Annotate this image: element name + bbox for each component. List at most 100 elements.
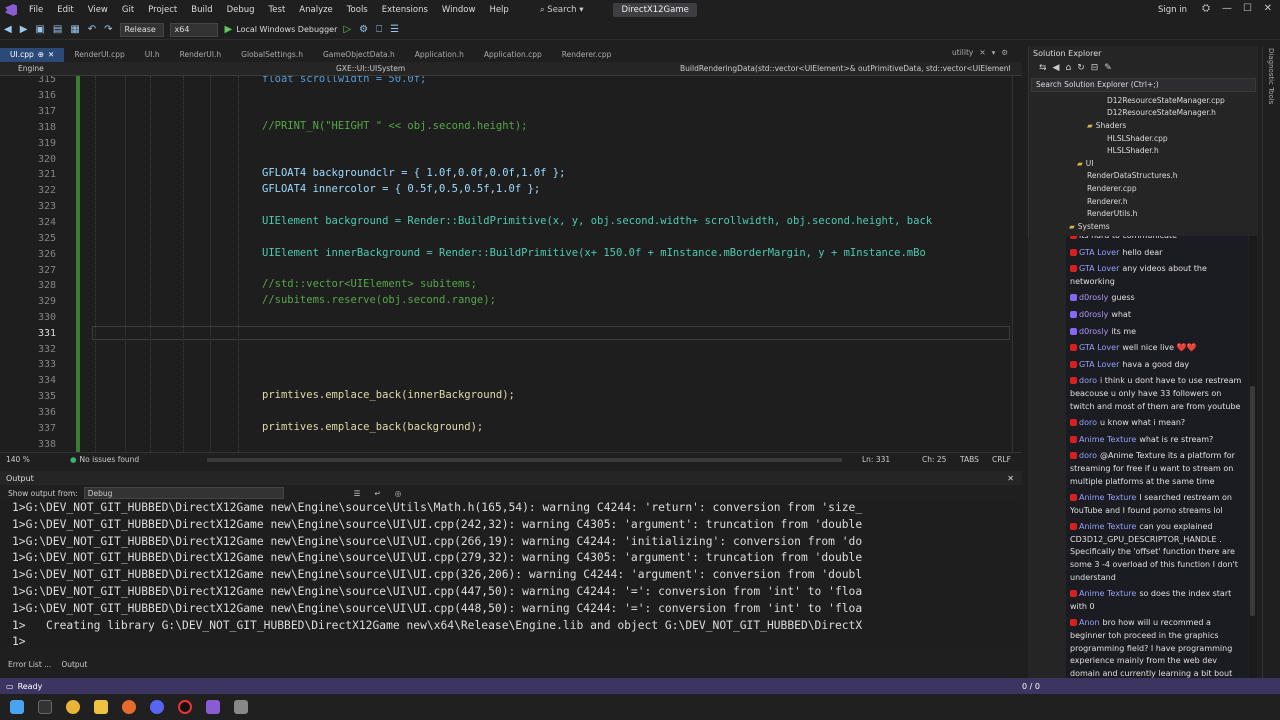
issues-status[interactable]: No issues found — [77, 455, 177, 464]
minimize-icon[interactable]: — — [1222, 3, 1232, 14]
change-indicator — [76, 76, 80, 452]
tab-application-cpp[interactable]: Application.cpp — [474, 48, 552, 62]
tree-item[interactable]: HLSLShader.cpp — [1029, 132, 1258, 145]
visual-studio-icon[interactable] — [206, 700, 220, 714]
menu-build[interactable]: Build — [184, 5, 219, 15]
menu-project[interactable]: Project — [141, 5, 184, 15]
output-line: 1>G:\DEV_NOT_GIT_HUBBED\DirectX12Game ne… — [12, 517, 863, 531]
new-file-icon[interactable]: ▣ — [35, 24, 44, 35]
close-tab-icon[interactable]: ✕ — [48, 50, 54, 60]
menu-window[interactable]: Window — [435, 5, 483, 15]
back-icon[interactable]: ◀ — [1053, 63, 1060, 73]
tabs-indicator[interactable]: TABS — [960, 455, 992, 464]
sign-in-link[interactable]: Sign in — [1158, 5, 1187, 15]
folder-icon: ▰ — [1069, 221, 1075, 231]
pin-icon[interactable]: ⊕ — [38, 50, 44, 60]
menu-file[interactable]: File — [22, 5, 50, 15]
run-debugger-button[interactable]: Local Windows Debugger — [236, 25, 337, 34]
scope-dropdown[interactable]: GXE::UI::UISystem — [170, 64, 680, 73]
tab-renderer-cpp[interactable]: Renderer.cpp — [552, 48, 622, 62]
utility-tab[interactable]: utility — [952, 48, 973, 57]
line-ending-indicator[interactable]: CRLF — [992, 455, 1022, 464]
chat-scrollbar[interactable] — [1249, 236, 1257, 678]
start-without-debug-icon[interactable]: ▷ — [343, 24, 351, 35]
back-icon[interactable]: ◀ — [4, 24, 12, 35]
tree-item[interactable]: RenderUtils.h — [1029, 207, 1258, 220]
close-icon[interactable]: ✕ — [979, 48, 985, 57]
menu-analyze[interactable]: Analyze — [292, 5, 340, 15]
collapse-icon[interactable]: ⊟ — [1091, 63, 1099, 73]
close-icon[interactable]: ✕ — [1007, 474, 1022, 483]
task-view-icon[interactable] — [38, 700, 52, 714]
dropdown-icon[interactable]: ▾ — [992, 48, 996, 57]
tree-item[interactable]: Renderer.cpp — [1029, 182, 1258, 195]
open-icon[interactable]: ▤ — [53, 24, 62, 35]
tree-item[interactable]: D12ResourceStateManager.cpp — [1029, 94, 1258, 107]
obs-icon[interactable] — [178, 700, 192, 714]
sync-icon[interactable]: ⇆ — [1039, 63, 1047, 73]
toggle-icon[interactable]: ◎ — [395, 489, 402, 498]
tree-item[interactable]: ▰ UI — [1029, 157, 1258, 170]
start-icon[interactable] — [10, 700, 24, 714]
member-dropdown[interactable]: BuildRenderingData(std::vector<UIElement… — [680, 64, 1010, 73]
properties-icon[interactable]: ✎ — [1104, 63, 1112, 73]
tab-application-h[interactable]: Application.h — [405, 48, 474, 62]
diagnostic-tools-tab[interactable]: Diagnostic Tools — [1267, 48, 1275, 104]
undo-icon[interactable]: ↶ — [88, 24, 96, 35]
tree-item[interactable]: ▰ Shaders — [1029, 119, 1258, 132]
code-editor[interactable]: 315 316 317 318 319 320 321 322 323 324 … — [0, 76, 1022, 452]
chrome-icon[interactable] — [66, 700, 80, 714]
menu-git[interactable]: Git — [115, 5, 141, 15]
redo-icon[interactable]: ↷ — [104, 24, 112, 35]
tab-output[interactable]: Output — [61, 660, 87, 672]
bookmark-icon[interactable]: ⎕ — [376, 24, 382, 35]
forward-icon[interactable]: ▶ — [20, 24, 28, 35]
tab-ui-h[interactable]: UI.h — [135, 48, 170, 62]
tree-item[interactable]: Renderer.h — [1029, 195, 1258, 208]
tool-icon[interactable]: ⚙ — [359, 24, 368, 35]
comment-icon[interactable]: ☰ — [390, 24, 399, 35]
tab-gameobjectdata-h[interactable]: GameObjectData.h — [313, 48, 405, 62]
output-source-select[interactable]: Debug — [83, 487, 284, 499]
tab-ui-cpp[interactable]: UI.cpp ⊕ ✕ — [0, 48, 65, 62]
project-dropdown[interactable]: Engine — [0, 64, 170, 73]
save-icon[interactable]: ▦ — [70, 24, 79, 35]
zoom-level[interactable]: 140 % — [0, 455, 70, 464]
solution-search-input[interactable]: Search Solution Explorer (Ctrl+;) — [1031, 78, 1256, 92]
menu-view[interactable]: View — [81, 5, 115, 15]
word-wrap-icon[interactable]: ↵ — [374, 489, 380, 498]
clear-all-icon[interactable]: ☰ — [354, 489, 361, 498]
output-log[interactable]: 1>G:\DEV_NOT_GIT_HUBBED\DirectX12Game ne… — [0, 501, 1022, 649]
configuration-select[interactable]: Release — [119, 22, 164, 37]
tree-item[interactable]: D12ResourceStateManager.h — [1029, 107, 1258, 120]
close-icon[interactable]: ✕ — [1264, 3, 1272, 14]
vertical-scrollbar[interactable] — [1012, 76, 1022, 452]
tab-renderui-cpp[interactable]: RenderUI.cpp — [64, 48, 134, 62]
home-icon[interactable]: ⌂ — [1065, 63, 1071, 73]
search-box[interactable]: ⌕ Search ▾ — [530, 5, 594, 15]
tab-error-list[interactable]: Error List ... — [8, 660, 51, 672]
menu-test[interactable]: Test — [262, 5, 293, 15]
horizontal-scrollbar[interactable] — [206, 457, 842, 462]
file-explorer-icon[interactable] — [94, 700, 108, 714]
tree-item[interactable]: RenderDataStructures.h — [1029, 170, 1258, 183]
menu-tools[interactable]: Tools — [340, 5, 375, 15]
maximize-icon[interactable]: ☐ — [1243, 3, 1252, 14]
settings-icon[interactable]: ⚙ — [1001, 48, 1008, 57]
discord-icon[interactable] — [150, 700, 164, 714]
account-icon[interactable]: ⛭ — [1202, 3, 1210, 14]
firefox-icon[interactable] — [122, 700, 136, 714]
tab-globalsettings-h[interactable]: GlobalSettings.h — [231, 48, 313, 62]
menu-edit[interactable]: Edit — [50, 5, 80, 15]
tree-item[interactable]: ▰ Systems — [1029, 220, 1258, 233]
menu-help[interactable]: Help — [482, 5, 515, 15]
platform-select[interactable]: x64 — [169, 22, 218, 37]
refresh-icon[interactable]: ↻ — [1077, 63, 1085, 73]
app-icon[interactable] — [234, 700, 248, 714]
counter[interactable]: 0 / 0 — [1022, 682, 1040, 691]
tab-renderui-h[interactable]: RenderUI.h — [170, 48, 232, 62]
menu-extensions[interactable]: Extensions — [375, 5, 435, 15]
play-icon[interactable]: ▶ — [225, 24, 233, 35]
menu-debug[interactable]: Debug — [220, 5, 262, 15]
tree-item[interactable]: HLSLShader.h — [1029, 144, 1258, 157]
